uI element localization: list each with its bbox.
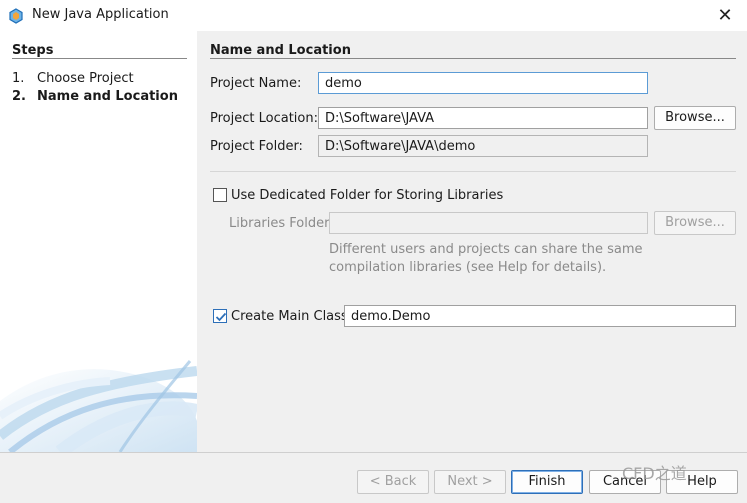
libraries-hint-text: Different users and projects can share t…	[329, 241, 643, 277]
netbeans-app-icon	[9, 8, 23, 24]
dedicated-folder-checkbox[interactable]	[213, 188, 227, 202]
browse-location-button[interactable]: Browse...	[654, 106, 736, 130]
back-button[interactable]: < Back	[357, 470, 429, 494]
close-icon[interactable]: ✕	[712, 2, 738, 28]
step-choose-project: 1. Choose Project	[12, 71, 134, 86]
steps-divider	[12, 58, 187, 59]
next-button[interactable]: Next >	[434, 470, 506, 494]
project-name-input[interactable]: demo	[318, 72, 648, 94]
step-number: 2.	[12, 89, 26, 104]
steps-title: Steps	[12, 43, 54, 58]
project-name-label: Project Name:	[210, 76, 302, 91]
project-folder-field: D:\Software\JAVA\demo	[318, 135, 648, 157]
window-title: New Java Application	[32, 7, 169, 22]
separator	[210, 171, 736, 172]
browse-libraries-button[interactable]: Browse...	[654, 211, 736, 235]
step-label: Choose Project	[37, 71, 134, 86]
section-divider	[210, 58, 736, 59]
step-number: 1.	[12, 71, 25, 86]
finish-button[interactable]: Finish	[511, 470, 583, 494]
steps-panel: Steps 1. Choose Project 2. Name and Locati…	[0, 31, 197, 452]
step-label: Name and Location	[37, 89, 178, 104]
libraries-folder-input[interactable]	[329, 212, 648, 234]
project-folder-label: Project Folder:	[210, 139, 303, 154]
title-bar: New Java Application ✕	[0, 0, 747, 31]
checkmark-icon	[215, 312, 227, 322]
wizard-decoration-image	[0, 341, 197, 452]
section-title: Name and Location	[210, 43, 351, 58]
create-main-class-checkbox[interactable]	[213, 309, 227, 323]
create-main-class-label[interactable]: Create Main Class	[231, 309, 348, 324]
project-location-input[interactable]: D:\Software\JAVA	[318, 107, 648, 129]
project-location-label: Project Location:	[210, 111, 318, 126]
main-class-input[interactable]: demo.Demo	[344, 305, 736, 327]
watermark-text: CFD之道	[622, 464, 687, 483]
footer-divider	[0, 452, 747, 453]
dedicated-folder-label[interactable]: Use Dedicated Folder for Storing Librari…	[231, 188, 503, 203]
step-name-and-location: 2. Name and Location	[12, 89, 178, 104]
libraries-folder-label: Libraries Folder:	[229, 216, 334, 231]
hint-line-2: compilation libraries (see Help for deta…	[329, 260, 607, 275]
hint-line-1: Different users and projects can share t…	[329, 242, 643, 257]
